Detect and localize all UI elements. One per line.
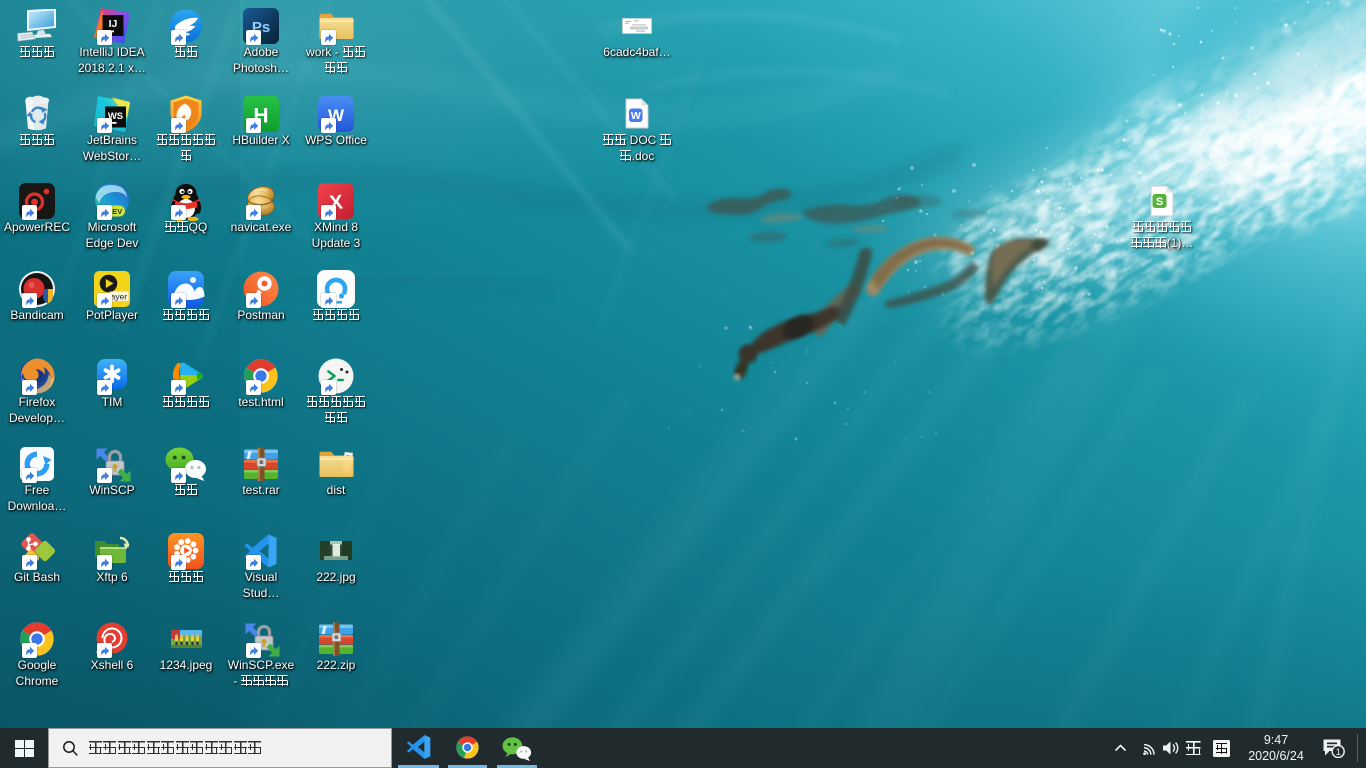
svg-text:W: W [631,110,641,122]
svg-text:1: 1 [1336,747,1341,757]
svg-text:ayer: ayer [111,291,128,301]
svg-text:S: S [1156,195,1163,207]
svg-text:IJ: IJ [109,18,118,30]
